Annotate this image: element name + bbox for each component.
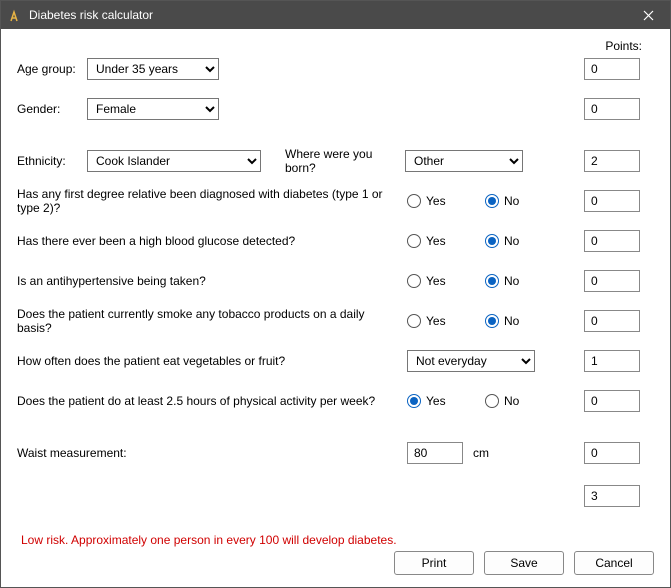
high-glucose-label: Has there ever been a high blood glucose… (17, 234, 407, 248)
points-smoke[interactable] (584, 310, 640, 332)
row-smoke: Does the patient currently smoke any tob… (17, 301, 654, 341)
cm-label: cm (473, 446, 489, 460)
gender-select[interactable]: Female (87, 98, 219, 120)
points-header-label: Points: (605, 39, 642, 53)
ethnicity-label: Ethnicity: (17, 154, 87, 168)
titlebar: Diabetes risk calculator (1, 1, 670, 29)
points-high-glucose[interactable] (584, 230, 640, 252)
antihyp-label: Is an antihypertensive being taken? (17, 274, 407, 288)
close-button[interactable] (626, 1, 670, 29)
button-row: Print Save Cancel (394, 551, 654, 575)
save-button[interactable]: Save (484, 551, 564, 575)
points-age-group[interactable] (584, 58, 640, 80)
ethnicity-select[interactable]: Cook Islander (87, 150, 261, 172)
row-waist: Waist measurement: cm (17, 433, 654, 473)
risk-message: Low risk. Approximately one person in ev… (21, 533, 654, 547)
veg-label: How often does the patient eat vegetable… (17, 354, 407, 368)
waist-input[interactable] (407, 442, 463, 464)
row-age-group: Age group: Under 35 years (17, 49, 654, 89)
row-relative: Has any first degree relative been diagn… (17, 181, 654, 221)
age-group-label: Age group: (17, 62, 87, 76)
points-ethnicity[interactable] (584, 150, 640, 172)
row-veg: How often does the patient eat vegetable… (17, 341, 654, 381)
row-ethnicity: Ethnicity: Cook Islander Where were you … (17, 141, 654, 181)
smoke-label: Does the patient currently smoke any tob… (17, 307, 407, 335)
activity-no-radio[interactable]: No (485, 394, 535, 408)
waist-label: Waist measurement: (17, 446, 407, 460)
row-total (17, 473, 654, 513)
points-activity[interactable] (584, 390, 640, 412)
veg-select[interactable]: Not everyday (407, 350, 535, 372)
points-waist[interactable] (584, 442, 640, 464)
points-veg[interactable] (584, 350, 640, 372)
relative-yes-radio[interactable]: Yes (407, 194, 457, 208)
age-group-select[interactable]: Under 35 years (87, 58, 219, 80)
content-area: Points: Age group: Under 35 years Gender… (1, 29, 670, 587)
app-icon (7, 7, 23, 23)
smoke-yes-radio[interactable]: Yes (407, 314, 457, 328)
points-total[interactable] (584, 485, 640, 507)
points-relative[interactable] (584, 190, 640, 212)
high-glucose-yes-radio[interactable]: Yes (407, 234, 457, 248)
cancel-button[interactable]: Cancel (574, 551, 654, 575)
smoke-no-radio[interactable]: No (485, 314, 535, 328)
row-gender: Gender: Female (17, 89, 654, 129)
gender-label: Gender: (17, 102, 87, 116)
row-high-glucose: Has there ever been a high blood glucose… (17, 221, 654, 261)
points-gender[interactable] (584, 98, 640, 120)
row-activity: Does the patient do at least 2.5 hours o… (17, 381, 654, 421)
activity-label: Does the patient do at least 2.5 hours o… (17, 394, 407, 408)
print-button[interactable]: Print (394, 551, 474, 575)
activity-yes-radio[interactable]: Yes (407, 394, 457, 408)
relative-no-radio[interactable]: No (485, 194, 535, 208)
window-title: Diabetes risk calculator (29, 8, 626, 22)
points-antihyp[interactable] (584, 270, 640, 292)
where-born-select[interactable]: Other (405, 150, 523, 172)
high-glucose-no-radio[interactable]: No (485, 234, 535, 248)
antihyp-no-radio[interactable]: No (485, 274, 535, 288)
antihyp-yes-radio[interactable]: Yes (407, 274, 457, 288)
where-born-label: Where were you born? (285, 147, 405, 175)
relative-label: Has any first degree relative been diagn… (17, 187, 407, 215)
row-antihyp: Is an antihypertensive being taken? Yes … (17, 261, 654, 301)
